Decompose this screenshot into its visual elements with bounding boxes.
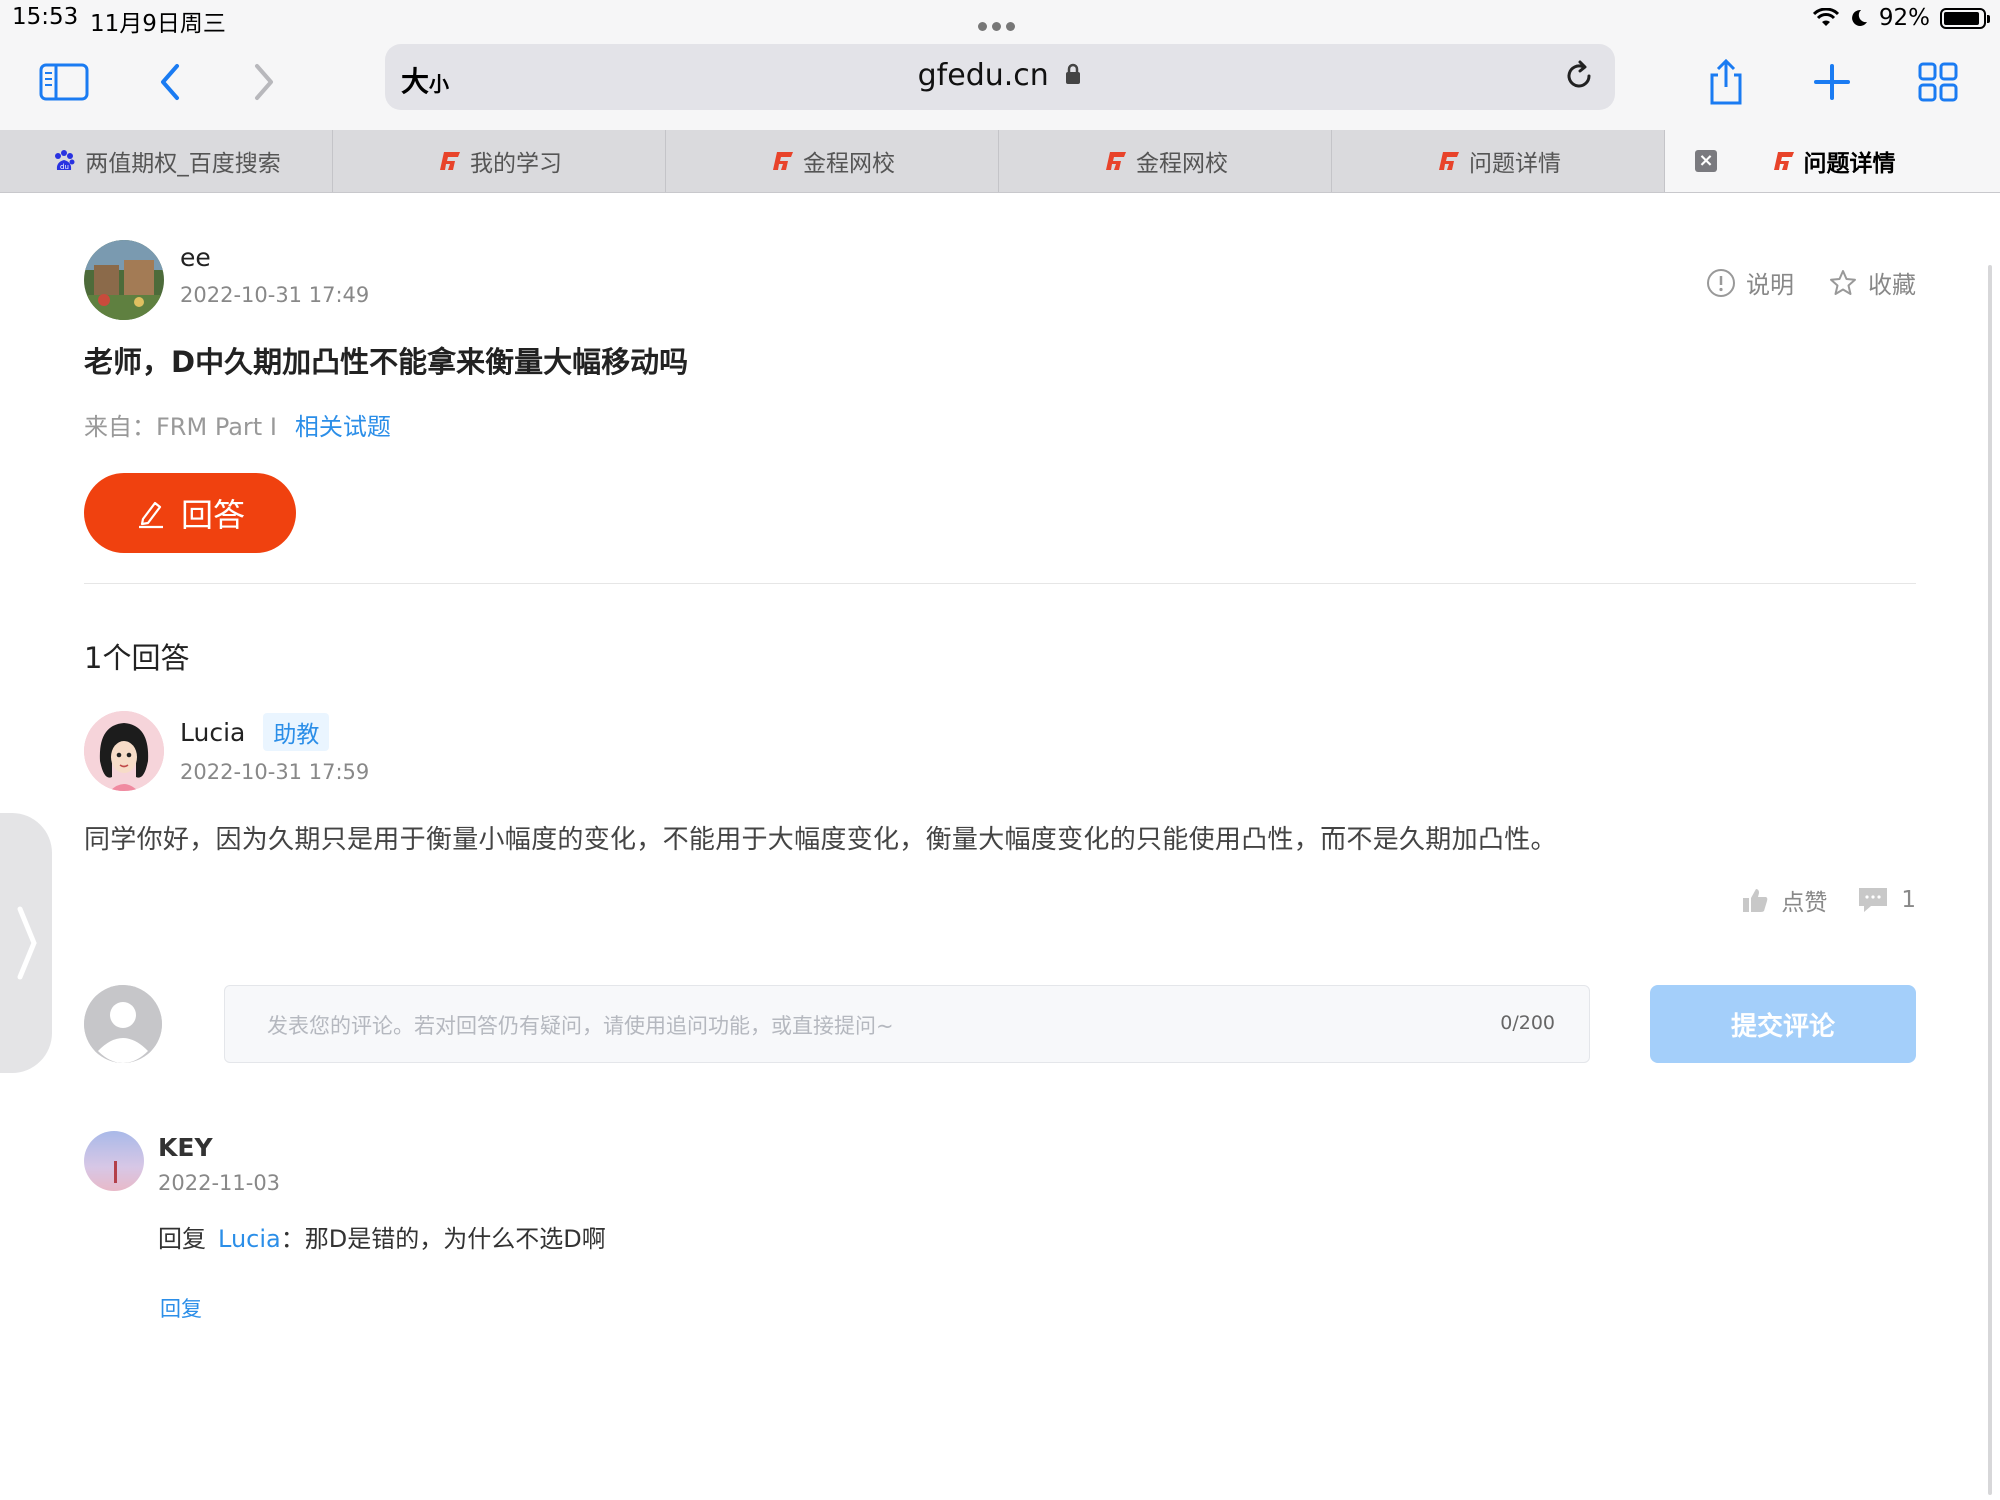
role-badge: 助教 [263, 713, 330, 751]
tab-question-detail-active[interactable]: × 问题详情 [1665, 130, 2000, 192]
url-text: gfedu.cn [917, 58, 1049, 93]
answer-time: 2022-10-31 17:59 [180, 760, 370, 784]
current-user-avatar [84, 985, 162, 1063]
tab-label: 问题详情 [1803, 151, 1896, 177]
answer-button[interactable]: 回答 [84, 473, 296, 553]
status-time: 15:53 [12, 4, 79, 30]
close-tab-icon[interactable]: × [1695, 150, 1717, 172]
answer-count: 1个回答 [84, 641, 190, 675]
battery-percent: 92% [1878, 5, 1930, 31]
answer-text: 同学你好，因为久期只是用于衡量小幅度的变化，不能用于大幅度变化，衡量大幅度变化的… [84, 825, 1557, 855]
comment-char-counter: 0/200 [1500, 1012, 1555, 1034]
thumbs-up-icon [1743, 889, 1768, 912]
tab-my-learning[interactable]: 我的学习 [333, 130, 666, 192]
favorite-label: 收藏 [1868, 271, 1916, 299]
favorite-button[interactable]: 收藏 [1828, 265, 1916, 300]
reply-link[interactable]: 回复 [160, 1293, 202, 1323]
browser-toolbar: 大小 gfedu.cn [0, 38, 2000, 130]
avatar[interactable] [84, 711, 164, 791]
new-tab-icon[interactable] [1800, 52, 1864, 112]
question-actions: 说明 收藏 [1706, 265, 1916, 300]
gfedu-logo-icon [773, 152, 793, 170]
tab-question-detail-1[interactable]: 问题详情 [1332, 130, 1665, 192]
related-questions-link[interactable]: 相关试题 [295, 413, 391, 441]
comment-input[interactable]: 发表您的评论。若对回答仍有疑问，请使用追问功能，或直接提问~ 0/200 [224, 985, 1590, 1063]
question-title: 老师，D中久期加凸性不能拿来衡量大幅移动吗 [84, 345, 689, 379]
question-time: 2022-10-31 17:49 [180, 283, 370, 307]
comment-time: 2022-11-03 [158, 1171, 281, 1195]
tab-label: 两值期权_百度搜索 [85, 151, 281, 177]
tab-label: 问题详情 [1469, 151, 1561, 177]
scrollbar[interactable] [1988, 265, 1992, 1495]
comment-placeholder: 发表您的评论。若对回答仍有疑问，请使用追问功能，或直接提问~ [267, 1014, 894, 1038]
tab-gfedu-1[interactable]: 金程网校 [666, 130, 999, 192]
baidu-icon: du [55, 150, 75, 171]
sidebar-icon[interactable] [32, 52, 96, 112]
battery-icon [1940, 7, 1990, 29]
tab-label: 我的学习 [470, 151, 562, 177]
question-source: 来自：FRM Part I 相关试题 [84, 407, 391, 442]
page-content: ee 2022-10-31 17:49 说明 收藏 老师，D中久期加凸性不能拿来… [0, 193, 2000, 1500]
share-icon[interactable] [1694, 52, 1758, 112]
comment-icon [1859, 888, 1888, 912]
answer-author-row: Lucia 助教 [180, 713, 330, 751]
source-label: 来自：FRM Part I [84, 413, 277, 441]
question-author[interactable]: ee [180, 243, 211, 272]
battery-fill [1944, 11, 1979, 25]
comment-count: 1 [1901, 887, 1916, 913]
side-handle[interactable] [0, 813, 52, 1073]
tab-label: 金程网校 [1136, 151, 1228, 177]
wifi-icon [1812, 8, 1839, 26]
tab-bar: du 两值期权_百度搜索 我的学习 金程网校 金程网校 问题详情 × 问题详情 [0, 130, 2000, 193]
mention-link[interactable]: Lucia [218, 1225, 281, 1253]
explain-label: 说明 [1746, 271, 1794, 299]
comment-author[interactable]: KEY [158, 1133, 213, 1162]
like-button[interactable]: 点赞 [1741, 883, 1827, 917]
reply-prefix: 回复 [158, 1225, 206, 1253]
tab-overview-icon[interactable] [1906, 52, 1970, 112]
tab-gfedu-2[interactable]: 金程网校 [999, 130, 1332, 192]
tab-label: 金程网校 [803, 151, 895, 177]
avatar[interactable] [84, 1131, 144, 1191]
url-display[interactable]: gfedu.cn [385, 58, 1615, 93]
explain-button[interactable]: 说明 [1706, 265, 1794, 300]
like-label: 点赞 [1781, 890, 1828, 916]
chevron-right-icon [17, 906, 37, 980]
status-date: 11月9日周三 [90, 11, 226, 37]
address-bar[interactable]: 大小 gfedu.cn [385, 44, 1615, 110]
lock-icon [1066, 63, 1081, 84]
answer-button-label: 回答 [180, 497, 245, 533]
gfedu-logo-icon [1773, 152, 1794, 170]
gfedu-logo-icon [440, 152, 460, 170]
comment-body: ：那D是错的，为什么不选D啊 [280, 1225, 606, 1253]
answer-actions: 点赞 1 [1741, 883, 1916, 917]
comment-text: 回复 Lucia：那D是错的，为什么不选D啊 [158, 1219, 606, 1254]
divider [84, 583, 1916, 584]
forward-icon[interactable] [232, 52, 296, 112]
tab-baidu-search[interactable]: du 两值期权_百度搜索 [0, 130, 333, 192]
answer-author[interactable]: Lucia [180, 718, 245, 747]
status-right: 92% [1812, 2, 1990, 34]
multitasking-dots-icon[interactable] [978, 16, 1022, 31]
gfedu-logo-icon [1106, 152, 1126, 170]
star-icon [1830, 269, 1856, 295]
avatar[interactable] [84, 240, 164, 320]
moon-icon [1851, 9, 1867, 26]
svg-text:du: du [60, 163, 69, 171]
submit-comment-button[interactable]: 提交评论 [1650, 985, 1916, 1063]
pencil-icon [138, 501, 163, 529]
status-bar: 15:53 11月9日周三 92% [0, 0, 2000, 38]
back-icon[interactable] [138, 52, 202, 112]
info-circle-icon [1707, 268, 1735, 297]
reload-icon[interactable] [1561, 58, 1597, 98]
comment-toggle-button[interactable]: 1 [1857, 886, 1916, 914]
gfedu-logo-icon [1439, 152, 1459, 170]
